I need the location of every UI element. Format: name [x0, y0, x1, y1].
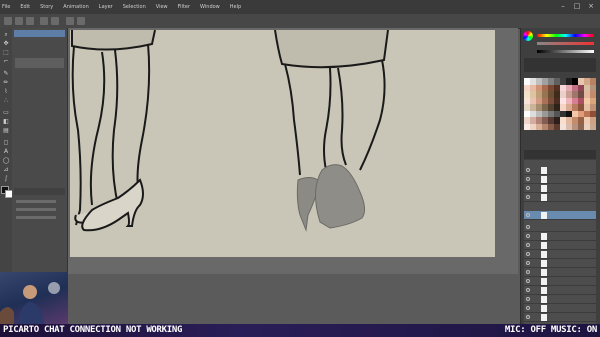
- visibility-icon[interactable]: [526, 306, 530, 310]
- tool-property-header: [14, 188, 65, 195]
- hue-slider[interactable]: [537, 34, 594, 37]
- stabilization-slider[interactable]: [16, 216, 56, 219]
- layer-row[interactable]: [524, 166, 596, 175]
- eyedropper-icon[interactable]: ⌐: [2, 58, 10, 65]
- webcam-image: [0, 282, 60, 324]
- correct-line-icon[interactable]: ∫: [2, 175, 10, 182]
- command-bar: [0, 14, 600, 29]
- audio-status-text: MIC: OFF MUSIC: ON: [504, 325, 597, 335]
- zoom-icon[interactable]: ⌕: [2, 31, 10, 38]
- visibility-icon[interactable]: [526, 261, 530, 265]
- brush-icon[interactable]: ⌇: [2, 88, 10, 95]
- layer-row-selected[interactable]: [524, 211, 596, 220]
- brush-size-slider[interactable]: [16, 200, 56, 203]
- layer-row[interactable]: [524, 232, 596, 241]
- visibility-icon[interactable]: [526, 243, 530, 247]
- visibility-icon[interactable]: [526, 195, 530, 199]
- sub-tool-item[interactable]: [14, 38, 65, 45]
- sub-tool-item[interactable]: [14, 30, 65, 37]
- layer-row[interactable]: [524, 295, 596, 304]
- layer-panel-header: [524, 150, 596, 159]
- fill-icon[interactable]: ◧: [2, 118, 10, 125]
- layer-panel: [524, 160, 596, 325]
- menu-edit[interactable]: Edit: [20, 4, 30, 10]
- visibility-icon[interactable]: [526, 279, 530, 283]
- layer-row[interactable]: [524, 286, 596, 295]
- eraser-icon[interactable]: ▭: [2, 109, 10, 116]
- color-set-palette[interactable]: [524, 78, 596, 130]
- figure-icon[interactable]: ◻: [2, 139, 10, 146]
- clear-icon[interactable]: [66, 17, 74, 25]
- layer-row[interactable]: [524, 304, 596, 313]
- layer-row[interactable]: [524, 259, 596, 268]
- visibility-icon[interactable]: [526, 315, 530, 319]
- visibility-icon[interactable]: [526, 234, 530, 238]
- menu-selection[interactable]: Selection: [123, 4, 146, 10]
- pen-icon[interactable]: ✎: [2, 70, 10, 77]
- menu-help[interactable]: Help: [230, 4, 241, 10]
- visibility-icon[interactable]: [526, 213, 530, 217]
- layer-row[interactable]: [524, 241, 596, 250]
- value-slider[interactable]: [537, 50, 594, 53]
- layer-row[interactable]: [524, 268, 596, 277]
- menu-story[interactable]: Story: [40, 4, 53, 10]
- select-icon[interactable]: ⬚: [2, 49, 10, 56]
- menu-window[interactable]: Window: [200, 4, 220, 10]
- color-set-header: [524, 58, 596, 72]
- sub-tool-preview: [15, 58, 64, 68]
- visibility-icon[interactable]: [526, 225, 530, 229]
- menu-view[interactable]: View: [156, 4, 168, 10]
- undo-icon[interactable]: [40, 17, 48, 25]
- gradient-icon[interactable]: ▤: [2, 127, 10, 134]
- layer-row[interactable]: [524, 193, 596, 202]
- close-icon[interactable]: ×: [586, 2, 596, 11]
- menu-animation[interactable]: Animation: [63, 4, 89, 10]
- maximize-icon[interactable]: □: [572, 2, 582, 11]
- visibility-icon[interactable]: [526, 168, 530, 172]
- menu-file[interactable]: File: [2, 4, 10, 10]
- sub-tool-panel: [12, 28, 68, 274]
- balloon-icon[interactable]: ◯: [2, 157, 10, 164]
- layer-row[interactable]: [524, 250, 596, 259]
- sub-tool-item[interactable]: [14, 46, 65, 53]
- new-file-icon[interactable]: [4, 17, 12, 25]
- visibility-icon[interactable]: [526, 186, 530, 190]
- text-icon[interactable]: A: [2, 148, 10, 155]
- drawing-canvas[interactable]: [70, 30, 495, 257]
- menu-layer[interactable]: Layer: [99, 4, 113, 10]
- chat-status-text: PICARTO CHAT CONNECTION NOT WORKING: [3, 325, 183, 335]
- menu-filter[interactable]: Filter: [178, 4, 190, 10]
- legs-drawing: [71, 30, 389, 232]
- layer-row[interactable]: [524, 313, 596, 322]
- airbrush-icon[interactable]: ∴: [2, 97, 10, 104]
- visibility-icon[interactable]: [526, 177, 530, 181]
- saturation-slider[interactable]: [537, 42, 594, 45]
- open-file-icon[interactable]: [15, 17, 23, 25]
- move-icon[interactable]: ✥: [2, 40, 10, 47]
- pencil-icon[interactable]: ✏: [2, 79, 10, 86]
- minimize-icon[interactable]: –: [558, 2, 568, 11]
- visibility-icon[interactable]: [526, 252, 530, 256]
- layer-row[interactable]: [524, 184, 596, 193]
- fill-layer-icon[interactable]: [77, 17, 85, 25]
- color-wheel[interactable]: [523, 31, 533, 41]
- opacity-slider[interactable]: [16, 208, 56, 211]
- layer-row[interactable]: [524, 175, 596, 184]
- redo-icon[interactable]: [51, 17, 59, 25]
- ruler-icon[interactable]: ⊿: [2, 166, 10, 173]
- visibility-icon[interactable]: [526, 270, 530, 274]
- menu-bar: File Edit Story Animation Layer Selectio…: [0, 0, 600, 15]
- webcam-overlay: [0, 272, 68, 324]
- visibility-icon[interactable]: [526, 297, 530, 301]
- layer-row[interactable]: [524, 277, 596, 286]
- layer-folder-row[interactable]: [524, 223, 596, 232]
- save-icon[interactable]: [26, 17, 34, 25]
- stream-banner: PICARTO CHAT CONNECTION NOT WORKING MIC:…: [0, 324, 600, 337]
- visibility-icon[interactable]: [526, 288, 530, 292]
